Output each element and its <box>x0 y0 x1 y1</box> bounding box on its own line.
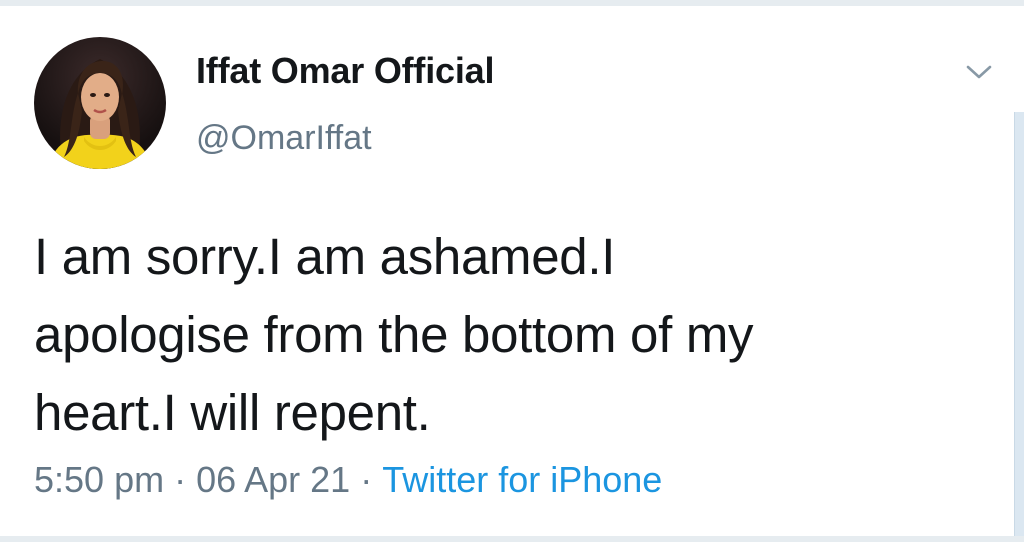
profile-photo-icon <box>48 59 152 169</box>
tweet-date[interactable]: 06 Apr 21 <box>196 459 350 500</box>
meta-separator: · <box>174 459 187 500</box>
tweet-meta: 5:50 pm · 06 Apr 21 · Twitter for iPhone <box>34 459 662 501</box>
top-divider <box>0 0 1024 6</box>
chevron-down-icon[interactable] <box>962 58 996 86</box>
bottom-divider <box>0 536 1024 542</box>
tweet-text-line: heart.I will repent. <box>34 384 431 441</box>
tweet-source-link[interactable]: Twitter for iPhone <box>382 459 662 500</box>
meta-separator: · <box>360 459 373 500</box>
tweet-time[interactable]: 5:50 pm <box>34 459 164 500</box>
display-name[interactable]: Iffat Omar Official <box>196 50 494 92</box>
avatar[interactable] <box>34 37 166 169</box>
tweet-text: I am sorry.I am ashamed.I apologise from… <box>34 218 994 452</box>
tweet-text-line: I am sorry.I am ashamed.I <box>34 228 616 285</box>
user-handle[interactable]: @OmarIffat <box>196 119 372 158</box>
tweet-text-line: apologise from the bottom of my <box>34 306 754 363</box>
scrollbar[interactable] <box>1014 112 1024 536</box>
